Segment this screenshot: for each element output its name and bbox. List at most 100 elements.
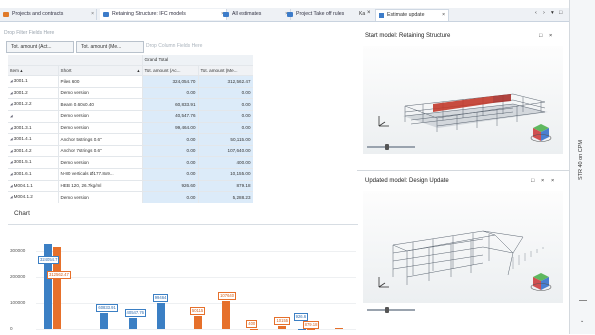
view-cube-icon[interactable] [530, 124, 552, 142]
nav-left-icon[interactable]: ‹ [535, 10, 537, 16]
table-row[interactable]: ◢ Demo version 40,547.76 0.00 [8, 110, 253, 123]
item-cell[interactable]: ◢ 3001.3.1 [8, 122, 59, 135]
dropdown-icon[interactable]: ▾ [551, 10, 554, 16]
amount-a-cell[interactable]: 926.60 [142, 180, 199, 193]
table-row[interactable]: ◢ M004.1.1 HEB 120, 26.7kg/ml 926.60 879.18 [8, 180, 253, 193]
item-cell[interactable]: ◢ 3001.5.1 [8, 156, 59, 169]
tab-projects-and-contracts[interactable]: Projects and contracts × [0, 9, 97, 20]
table-row[interactable]: ◢ 3001.4.1 Anchor 5strings 0.6" 0.00 50,115… [8, 133, 253, 146]
item-cell[interactable]: ◢ M004.1.1 [8, 180, 59, 193]
short-cell[interactable]: Demo version [58, 156, 143, 169]
timeline-slider[interactable] [367, 144, 415, 150]
filter-drop-zone[interactable]: Drop Filter Fields Here [0, 27, 361, 39]
bar-series-a[interactable] [297, 328, 306, 330]
item-cell[interactable]: ◢ 3001.2 [8, 87, 59, 100]
table-row[interactable]: ◢ 3001.2.2 Beam 0.60x0.40 60,833.91 0.00 [8, 98, 253, 111]
amount-a-cell[interactable]: 0.00 [142, 145, 199, 158]
amount-b-cell[interactable]: 0.00 [198, 98, 253, 111]
amount-a-cell[interactable]: 0.00 [142, 156, 199, 169]
bar-series-b[interactable] [222, 300, 231, 329]
table-row[interactable]: ◢ 3001.1 Piles 600 324,054.70 312,562.47 [8, 75, 253, 88]
tab-estimate-update[interactable]: Estimate update × [375, 9, 449, 21]
short-cell[interactable]: Demo version [58, 191, 143, 203]
bar-series-b[interactable] [306, 328, 315, 330]
close-icon[interactable]: × [442, 10, 445, 21]
side-panel-tab[interactable]: STR 40 on CPM [578, 140, 584, 180]
bar-series-a[interactable] [156, 303, 165, 329]
short-cell[interactable]: Anchor 5strings 0.6" [58, 133, 143, 146]
amount-b-cell[interactable]: 5,288.23 [198, 191, 253, 203]
bar-series-b[interactable] [250, 328, 259, 330]
table-row[interactable]: ◢ 3001.2 Demo version 0.00 0.00 [8, 87, 253, 100]
col-a-header[interactable]: Tot. amount (Ac... [142, 65, 199, 77]
maximize-icon[interactable]: □ [539, 30, 542, 42]
item-header[interactable]: Item ▴ [8, 65, 59, 77]
col-b-header[interactable]: Tot. amount (Me... [198, 65, 253, 77]
column-drop-zone[interactable]: Drop Column Fields Here [146, 41, 202, 51]
item-cell[interactable]: ◢ 3001.2.2 [8, 98, 59, 111]
start-model-3d-view[interactable] [363, 46, 563, 154]
amount-a-cell[interactable]: 0.00 [142, 87, 199, 100]
short-cell[interactable]: N-80 verticals Ø177.8x9... [58, 168, 143, 181]
item-cell[interactable]: ◢ M004.1.2 [8, 191, 59, 203]
amount-b-cell[interactable]: 0.00 [198, 110, 253, 123]
close-icon[interactable]: × [541, 175, 544, 187]
item-cell[interactable]: ◢ 3001.6.1 [8, 168, 59, 181]
amount-a-cell[interactable]: 0.00 [142, 168, 199, 181]
short-cell[interactable]: Anchor 7strings 0.6" [58, 145, 143, 158]
bar-series-b[interactable] [334, 327, 343, 329]
table-row[interactable]: ◢ 3001.6.1 N-80 verticals Ø177.8x9... 0.00… [8, 168, 253, 181]
table-row[interactable]: ◢ 3001.3.1 Demo version 99,464.00 0.00 [8, 122, 253, 135]
table-row[interactable]: ◢ 3001.4.2 Anchor 7strings 0.6" 0.00 107,64… [8, 145, 253, 158]
item-cell[interactable]: ◢ 3001.1 [8, 75, 59, 88]
amount-b-cell[interactable]: 312,562.47 [198, 75, 253, 88]
close-icon[interactable]: × [549, 30, 552, 42]
short-cell[interactable]: Demo version [58, 110, 143, 123]
short-cell[interactable]: Piles 600 [58, 75, 143, 88]
tab-all-estimates[interactable]: All estimates × [220, 9, 291, 20]
item-cell[interactable]: ◢ 3001.4.1 [8, 133, 59, 146]
short-cell[interactable]: Beam 0.60x0.40 [58, 98, 143, 111]
short-cell[interactable]: HEB 120, 26.7kg/ml [58, 180, 143, 193]
item-cell[interactable]: ◢ [8, 110, 59, 123]
amount-b-cell[interactable]: 107,640.00 [198, 145, 253, 158]
amount-b-cell[interactable]: 0.00 [198, 122, 253, 135]
item-cell[interactable]: ◢ 3001.4.2 [8, 145, 59, 158]
amount-a-cell[interactable]: 0.00 [142, 133, 199, 146]
table-row[interactable]: ◢ M004.1.2 Demo version 0.00 5,288.23 [8, 191, 253, 203]
amount-a-cell[interactable]: 0.00 [142, 191, 199, 203]
short-cell[interactable]: Demo version [58, 87, 143, 100]
field-tot-amount-actual[interactable]: Tot. amount (Act... [6, 41, 74, 53]
updated-model-3d-view[interactable] [363, 191, 563, 303]
amount-b-cell[interactable]: 10,155.00 [198, 168, 253, 181]
close-icon[interactable]: × [91, 9, 94, 20]
amount-b-cell[interactable]: 400.00 [198, 156, 253, 169]
expand-icon[interactable]: ◢ [10, 114, 13, 118]
chevron-down-icon[interactable]: ⌄ [580, 318, 584, 324]
collapsed-tab[interactable]: Ka [359, 11, 365, 17]
table-row[interactable]: ◢ 3001.5.1 Demo version 0.00 400.00 [8, 156, 253, 169]
close-panel-icon[interactable]: × [551, 175, 554, 187]
bar-series-a[interactable] [100, 313, 109, 329]
short-cell[interactable]: Demo version [58, 122, 143, 135]
amount-a-cell[interactable]: 324,054.70 [142, 75, 199, 88]
slider-thumb[interactable] [385, 144, 389, 150]
field-tot-amount-measured[interactable]: Tot. amount (Me... [76, 41, 144, 53]
close-icon[interactable]: × [367, 10, 371, 16]
bar-series-b[interactable] [193, 315, 202, 329]
amount-a-cell[interactable]: 60,833.91 [142, 98, 199, 111]
amount-b-cell[interactable]: 0.00 [198, 87, 253, 100]
bar-series-a[interactable] [128, 318, 137, 329]
amount-b-cell[interactable]: 879.18 [198, 180, 253, 193]
short-header[interactable]: Short ▴ [58, 65, 143, 77]
timeline-slider[interactable] [367, 307, 415, 313]
amount-a-cell[interactable]: 40,547.76 [142, 110, 199, 123]
scroll-handle[interactable] [579, 300, 587, 301]
maximize-icon[interactable]: □ [531, 175, 534, 187]
amount-b-cell[interactable]: 50,115.00 [198, 133, 253, 146]
nav-right-icon[interactable]: › [543, 10, 545, 16]
bar-series-b[interactable] [278, 326, 287, 329]
maximize-icon[interactable]: □ [559, 10, 562, 16]
slider-thumb[interactable] [385, 307, 389, 313]
amount-a-cell[interactable]: 99,464.00 [142, 122, 199, 135]
